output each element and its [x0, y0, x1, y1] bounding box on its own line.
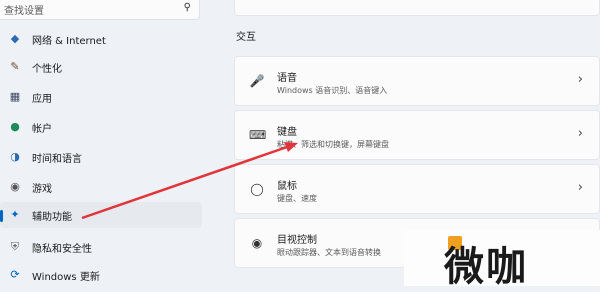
card-title: 语音 — [277, 73, 297, 84]
card-title: 鼠标 — [277, 181, 297, 192]
accessibility-icon: ✦ — [10, 208, 20, 221]
sidebar-item-privacy[interactable]: ⛨ 隐私和安全性 — [0, 234, 202, 260]
chevron-right-icon: › — [577, 126, 583, 141]
sidebar-item-label: 隐私和安全性 — [32, 244, 92, 255]
card-subtitle: 键盘、速度 — [277, 194, 317, 203]
search-placeholder: 查找设置 — [4, 6, 44, 17]
section-title: 交互 — [236, 32, 256, 43]
sidebar-item-apps[interactable]: ▦ 应用 — [0, 84, 202, 110]
card-keyboard[interactable]: ⌨ 键盘 粘滞、筛选和切换键，屏幕键盘 › — [234, 110, 600, 160]
watermark: 微咖 — [404, 230, 600, 290]
mouse-icon: ◯ — [250, 182, 264, 196]
chevron-right-icon: › — [577, 180, 583, 195]
keyboard-icon: ⌨ — [249, 128, 267, 142]
sidebar-item-label: Windows 更新 — [32, 272, 100, 283]
pen-icon: ✎ — [10, 60, 20, 73]
sidebar-item-label: 辅助功能 — [32, 212, 72, 223]
card-subtitle: 粘滞、筛选和切换键，屏幕键盘 — [277, 140, 389, 149]
chevron-right-icon: › — [577, 72, 583, 87]
sidebar-item-accessibility[interactable]: ✦ 辅助功能 — [0, 202, 202, 228]
sidebar: 查找设置 ⚲ ◆ 网络 & Internet ✎ 个性化 ▦ 应用 ● 帐户 ◑… — [0, 0, 212, 286]
sidebar-item-gaming[interactable]: ◉ 游戏 — [0, 174, 202, 200]
sidebar-item-label: 时间和语言 — [32, 154, 82, 165]
card-subtitle: 眼动跟踪器、文本到语音转换 — [277, 248, 381, 257]
shield-icon: ⛨ — [10, 240, 20, 253]
update-icon: ⟳ — [10, 268, 20, 281]
search-box[interactable]: 查找设置 ⚲ — [0, 0, 200, 20]
globe-clock-icon: ◑ — [10, 150, 20, 163]
card-title: 键盘 — [277, 127, 297, 138]
sidebar-item-label: 应用 — [32, 94, 52, 105]
wifi-icon: ◆ — [10, 32, 20, 45]
sidebar-item-label: 游戏 — [32, 184, 52, 195]
microphone-icon: 🎤 — [249, 74, 265, 88]
watermark-text: 微咖 — [444, 243, 528, 290]
card-subtitle: Windows 语音识别、语音键入 — [277, 86, 388, 95]
previous-card — [234, 0, 600, 16]
card-mouse[interactable]: ◯ 鼠标 键盘、速度 › — [234, 164, 600, 214]
sidebar-item-label: 帐户 — [32, 124, 52, 135]
search-icon[interactable]: ⚲ — [184, 2, 191, 13]
gamepad-icon: ◉ — [10, 180, 20, 193]
sidebar-item-label: 网络 & Internet — [32, 36, 106, 47]
sidebar-item-network[interactable]: ◆ 网络 & Internet — [0, 26, 202, 52]
sidebar-item-accounts[interactable]: ● 帐户 — [0, 114, 202, 140]
sidebar-item-personalization[interactable]: ✎ 个性化 — [0, 54, 202, 80]
sidebar-item-windows-update[interactable]: ⟳ Windows 更新 — [0, 262, 202, 288]
sidebar-item-time-language[interactable]: ◑ 时间和语言 — [0, 144, 202, 170]
sidebar-item-label: 个性化 — [32, 64, 62, 75]
person-icon: ● — [10, 120, 20, 133]
card-speech[interactable]: 🎤 语音 Windows 语音识别、语音键入 › — [234, 56, 600, 106]
apps-icon: ▦ — [9, 90, 21, 103]
eye-control-icon: ◉ — [251, 236, 263, 250]
active-indicator — [0, 210, 3, 222]
card-title: 目视控制 — [277, 235, 317, 246]
